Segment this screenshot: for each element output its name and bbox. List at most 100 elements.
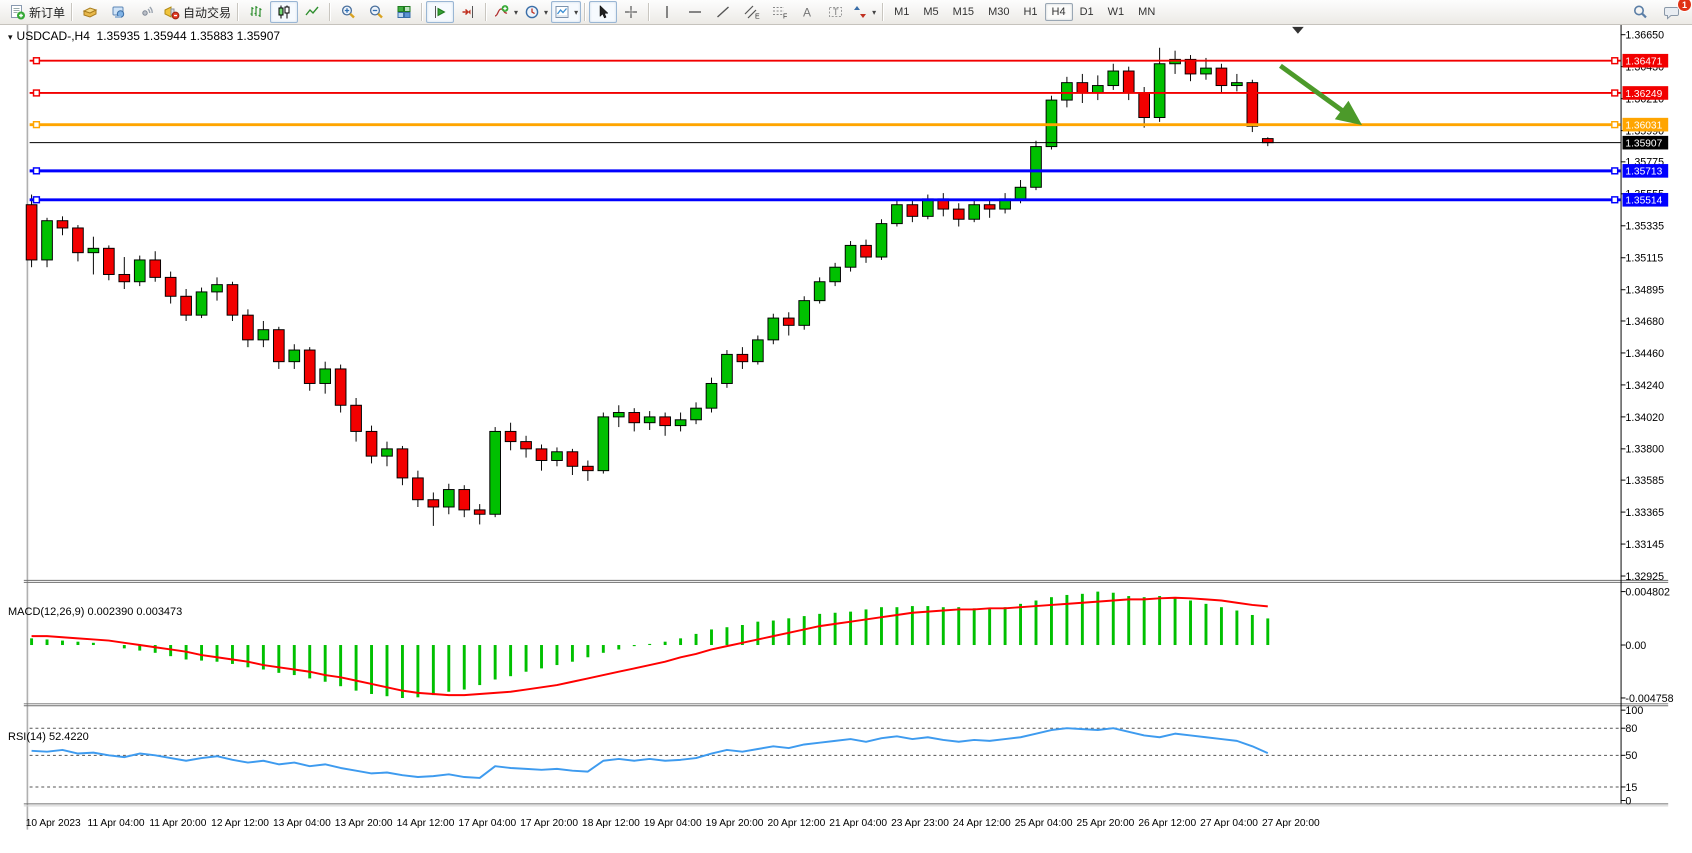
templates-caret-icon[interactable]: ▾ xyxy=(574,8,578,17)
chart-shift-marker[interactable] xyxy=(1292,27,1304,34)
timeframe-d1[interactable]: D1 xyxy=(1073,3,1101,21)
candle-body[interactable] xyxy=(505,431,516,441)
candle-body[interactable] xyxy=(1062,83,1073,100)
candle-body[interactable] xyxy=(953,209,964,219)
candle-body[interactable] xyxy=(1031,147,1042,188)
line-handle[interactable] xyxy=(34,168,40,174)
candle-body[interactable] xyxy=(598,417,609,471)
candle-body[interactable] xyxy=(150,260,161,277)
search-button[interactable] xyxy=(1626,1,1654,23)
candle-body[interactable] xyxy=(134,260,145,282)
timeframe-m5[interactable]: M5 xyxy=(916,3,945,21)
candle-body[interactable] xyxy=(691,408,702,420)
candle-body[interactable] xyxy=(57,221,68,228)
market-watch-button[interactable] xyxy=(76,1,104,23)
candle-body[interactable] xyxy=(304,350,315,383)
signals-button[interactable] xyxy=(132,1,160,23)
arrows-caret-icon[interactable]: ▾ xyxy=(872,8,876,17)
candle-body[interactable] xyxy=(289,350,300,362)
line-handle[interactable] xyxy=(34,90,40,96)
line-handle[interactable] xyxy=(1612,168,1618,174)
candle-body[interactable] xyxy=(814,282,825,301)
candle-body[interactable] xyxy=(768,318,779,340)
candle-body[interactable] xyxy=(165,277,176,296)
candle-body[interactable] xyxy=(892,205,903,224)
line-handle[interactable] xyxy=(1612,58,1618,64)
candle-body[interactable] xyxy=(1108,71,1119,86)
candle-body[interactable] xyxy=(830,267,841,282)
line-handle[interactable] xyxy=(34,122,40,128)
line-handle[interactable] xyxy=(1612,122,1618,128)
auto-scroll-button[interactable] xyxy=(426,1,454,23)
candle-body[interactable] xyxy=(845,245,856,267)
candle-body[interactable] xyxy=(583,466,594,470)
text-label-tool-button[interactable]: T xyxy=(821,1,849,23)
candle-body[interactable] xyxy=(428,500,439,507)
candle-body[interactable] xyxy=(196,292,207,315)
candle-body[interactable] xyxy=(660,417,671,426)
timeframe-m1[interactable]: M1 xyxy=(887,3,916,21)
candle-body[interactable] xyxy=(567,452,578,467)
timeframe-m30[interactable]: M30 xyxy=(981,3,1016,21)
line-handle[interactable] xyxy=(1612,90,1618,96)
line-chart-mode-button[interactable] xyxy=(298,1,326,23)
candle-body[interactable] xyxy=(335,369,346,405)
candle-body[interactable] xyxy=(907,205,918,217)
line-handle[interactable] xyxy=(1612,197,1618,203)
candle-body[interactable] xyxy=(1015,187,1026,199)
candle-body[interactable] xyxy=(1247,83,1258,127)
text-tool-button[interactable]: A xyxy=(793,1,821,23)
candle-body[interactable] xyxy=(227,285,238,316)
candlestick-mode-button[interactable] xyxy=(270,1,298,23)
candle-body[interactable] xyxy=(443,490,454,507)
candle-body[interactable] xyxy=(351,405,362,431)
candle-body[interactable] xyxy=(474,510,485,514)
periods-caret-icon[interactable]: ▾ xyxy=(544,8,548,17)
timeframe-h4[interactable]: H4 xyxy=(1045,3,1073,21)
horizontal-line-tool-button[interactable] xyxy=(681,1,709,23)
chart-menu-arrow-icon[interactable]: ▾ xyxy=(8,32,13,42)
strategy-tester-button[interactable] xyxy=(104,1,132,23)
new-order-button[interactable]: 新订单 xyxy=(6,1,68,23)
candle-body[interactable] xyxy=(490,431,501,514)
vertical-line-tool-button[interactable] xyxy=(653,1,681,23)
candle-body[interactable] xyxy=(969,205,980,220)
candle-body[interactable] xyxy=(181,296,192,315)
templates-button[interactable]: ▾ xyxy=(551,1,581,23)
notifications-button[interactable]: 1 xyxy=(1658,1,1686,23)
indicators-caret-icon[interactable]: ▾ xyxy=(514,8,518,17)
equidistant-channel-tool-button[interactable]: E xyxy=(737,1,765,23)
crosshair-tool-button[interactable] xyxy=(617,1,645,23)
bar-chart-mode-button[interactable] xyxy=(242,1,270,23)
candle-body[interactable] xyxy=(1092,86,1103,93)
candle-body[interactable] xyxy=(273,330,284,362)
candle-body[interactable] xyxy=(1201,68,1212,74)
candle-body[interactable] xyxy=(644,417,655,423)
trendline-tool-button[interactable] xyxy=(709,1,737,23)
candle-body[interactable] xyxy=(1262,139,1273,143)
candle-body[interactable] xyxy=(88,248,99,252)
candle-body[interactable] xyxy=(753,340,764,362)
timeframe-h1[interactable]: H1 xyxy=(1016,3,1044,21)
candle-body[interactable] xyxy=(876,224,887,257)
indicators-button[interactable]: ▾ xyxy=(490,1,521,23)
candle-body[interactable] xyxy=(629,413,640,423)
candle-body[interactable] xyxy=(552,452,563,461)
candle-body[interactable] xyxy=(1154,64,1165,118)
candle-body[interactable] xyxy=(366,431,377,456)
candle-body[interactable] xyxy=(243,315,254,340)
candle-body[interactable] xyxy=(1123,71,1134,93)
candle-body[interactable] xyxy=(521,442,532,449)
candle-body[interactable] xyxy=(1216,68,1227,85)
line-handle[interactable] xyxy=(34,197,40,203)
timeframe-m15[interactable]: M15 xyxy=(946,3,981,21)
candle-body[interactable] xyxy=(73,228,84,253)
line-handle[interactable] xyxy=(34,58,40,64)
candle-body[interactable] xyxy=(413,478,424,500)
chart-canvas[interactable]: 1.366501.364301.362101.359901.357751.355… xyxy=(0,24,1692,853)
candle-body[interactable] xyxy=(861,245,872,257)
periods-button[interactable]: ▾ xyxy=(521,1,551,23)
candle-body[interactable] xyxy=(984,205,995,209)
fibonacci-tool-button[interactable]: F xyxy=(765,1,793,23)
candle-body[interactable] xyxy=(320,369,331,384)
